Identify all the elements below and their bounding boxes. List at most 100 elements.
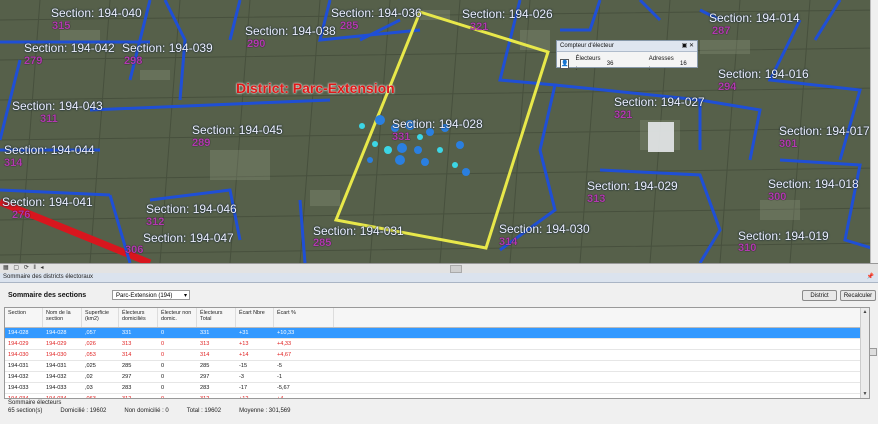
section-count: 311: [40, 113, 58, 125]
table-cell: 194-032: [8, 374, 29, 380]
table-cell: 283: [122, 385, 132, 391]
table-cell: 194-034: [46, 396, 67, 399]
col-header[interactable]: Superficie (km2): [82, 308, 119, 327]
table-row[interactable]: 194-030 194-030 ,053 314 0 314 +14 +4,67: [5, 350, 869, 361]
table-cell: 331: [200, 330, 210, 336]
table-cell: 194-029: [46, 341, 67, 347]
panel-resize-handle[interactable]: [869, 348, 877, 356]
table-cell: 194-028: [46, 330, 67, 336]
map-view[interactable]: District: Parc-Extension Section: 194-04…: [0, 0, 878, 263]
table-row[interactable]: 194-028 194-028 ,057 331 0 331 +31 +10,33: [5, 328, 869, 339]
table-cell: 0: [161, 352, 165, 358]
restore-icon[interactable]: ▣: [682, 43, 688, 49]
section-label: Section: 194-014: [709, 11, 800, 25]
sections-table: Section Nom de la section Superficie (km…: [4, 307, 870, 399]
table-cell: ,026: [85, 341, 96, 347]
district-button[interactable]: District: [802, 290, 837, 301]
addresses-label: Adresses :: [648, 56, 674, 72]
panel-titlebar: Sommaire des districts électoraux 📌: [0, 273, 878, 283]
section-count: 315: [52, 20, 71, 32]
section-count: 279: [24, 55, 43, 67]
table-row[interactable]: 194-033 194-033 ,03 283 0 283 -17 -5,67: [5, 383, 869, 394]
table-cell: +4,67: [277, 352, 292, 358]
col-header[interactable]: Électeurs domiciliés: [119, 308, 158, 327]
section-label: Section: 194-016: [718, 67, 809, 81]
table-cell: ,03: [85, 385, 93, 391]
section-label: Section: 194-038: [245, 24, 336, 38]
recalc-button[interactable]: Recalculer: [840, 290, 876, 301]
col-header[interactable]: Écart %: [274, 308, 334, 327]
section-count: 313: [587, 193, 606, 205]
col-header[interactable]: Électeurs Total: [197, 308, 236, 327]
table-cell: 285: [122, 363, 132, 369]
col-header[interactable]: Écart Nbre: [236, 308, 274, 327]
pause-icon[interactable]: ‖: [33, 264, 35, 273]
section-label: Section: 194-047: [143, 231, 234, 245]
section-label: Section: 194-019: [738, 229, 829, 243]
section-label: Section: 194-031: [313, 224, 404, 238]
section-label: Section: 194-030: [499, 222, 590, 236]
section-label: Section: 194-046: [146, 202, 237, 216]
table-cell: +4,33: [277, 341, 292, 347]
layout-icon[interactable]: ▦: [3, 264, 9, 273]
col-header[interactable]: Section: [5, 308, 43, 327]
section-label: Section: 194-044: [4, 143, 95, 157]
section-label: Section: 194-026: [462, 7, 553, 21]
scroll-down-icon[interactable]: ▼: [861, 390, 869, 398]
col-header[interactable]: Électeur non domic.: [158, 308, 197, 327]
district-select-value: Parc-Extension (194): [116, 293, 173, 299]
section-count: 298: [124, 55, 143, 67]
table-cell: 194-033: [46, 385, 67, 391]
table-cell: -15: [239, 363, 248, 369]
table-cell: 194-030: [8, 352, 29, 358]
table-row[interactable]: 194-031 194-031 ,025 285 0 285 -15 -5: [5, 361, 869, 372]
section-count: 287: [712, 25, 731, 37]
section-count: 285: [313, 237, 332, 249]
section-label: Section: 194-039: [122, 41, 213, 55]
table-cell: 194-033: [8, 385, 29, 391]
section-count: 294: [718, 81, 737, 93]
refresh-icon[interactable]: ⟳: [24, 264, 29, 273]
table-row[interactable]: 194-029 194-029 ,026 313 0 313 +13 +4,33: [5, 339, 869, 350]
section-count: 306: [125, 244, 144, 256]
footer-total: Total : 19602: [186, 408, 222, 414]
scroll-left-icon[interactable]: ◂: [41, 264, 44, 273]
table-cell: 194-031: [46, 363, 67, 369]
pin-icon[interactable]: 📌: [867, 273, 874, 282]
map-canvas: [0, 0, 878, 263]
panel-toolbar: Sommaire des sections Parc-Extension (19…: [0, 287, 878, 303]
table-cell: 331: [122, 330, 132, 336]
table-row[interactable]: 194-034 194-034 ,063 312 0 312 +12 +4: [5, 394, 869, 399]
table-cell: 314: [200, 352, 210, 358]
table-cell: 194-028: [8, 330, 29, 336]
section-label: Section: 194-043: [12, 99, 103, 113]
section-count: 301: [779, 138, 798, 150]
table-cell: 314: [122, 352, 132, 358]
district-label: District: Parc-Extension: [236, 80, 395, 96]
table-cell: 194-034: [8, 396, 29, 399]
footer-moyenne: Moyenne : 301,569: [239, 408, 291, 414]
popup-title-text: Compteur d'électeur: [560, 43, 614, 49]
section-count: 290: [247, 38, 266, 50]
chevron-down-icon: ▾: [183, 293, 187, 299]
map-right-edge: [870, 0, 878, 263]
horizontal-scroll-thumb[interactable]: [450, 265, 462, 273]
page-icon[interactable]: ▢: [13, 264, 19, 273]
scroll-up-icon[interactable]: ▲: [861, 308, 869, 316]
table-row[interactable]: 194-032 194-032 ,02 297 0 297 -3 -1: [5, 372, 869, 383]
col-header[interactable]: Nom de la section: [43, 308, 82, 327]
footer-title: Sommaire électeurs: [8, 400, 62, 406]
person-icon[interactable]: 👤: [560, 59, 570, 69]
vertical-scrollbar[interactable]: ▲ ▼: [860, 308, 869, 398]
table-cell: ,053: [85, 352, 96, 358]
close-icon[interactable]: ✕: [689, 43, 694, 49]
table-cell: 194-031: [8, 363, 29, 369]
summary-panel: Sommaire des districts électoraux 📌 Somm…: [0, 273, 878, 424]
table-cell: 0: [161, 363, 165, 369]
table-cell: ,025: [85, 363, 96, 369]
table-cell: 0: [161, 385, 165, 391]
footer-domicile: Domicilié : 19602: [60, 408, 107, 414]
section-count: 314: [4, 157, 23, 169]
table-cell: 194-032: [46, 374, 67, 380]
district-select[interactable]: Parc-Extension (194) ▾: [112, 290, 190, 300]
